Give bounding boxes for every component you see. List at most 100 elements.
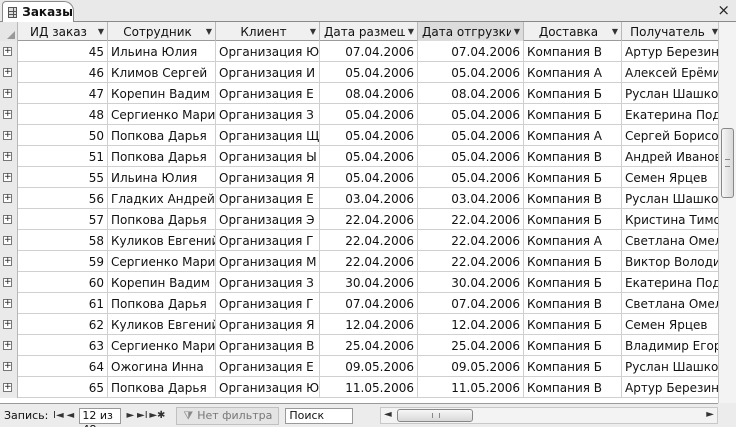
cell-recipient[interactable]: Светлана Омел <box>622 230 718 251</box>
cell-order-id[interactable]: 60 <box>18 272 108 293</box>
dropdown-arrow-icon[interactable]: ▼ <box>709 27 718 36</box>
cell-ship-date[interactable]: 22.04.2006 <box>418 251 524 272</box>
expand-icon[interactable]: + <box>3 110 12 119</box>
cell-recipient[interactable]: Светлана Омел <box>622 293 718 314</box>
cell-ship-date[interactable]: 05.04.2006 <box>418 104 524 125</box>
cell-shipper[interactable]: Компания Б <box>524 167 622 188</box>
cell-ship-date[interactable]: 07.04.2006 <box>418 41 524 62</box>
cell-customer[interactable]: Организация З <box>216 272 320 293</box>
table-row[interactable]: +60 Корепин Вадим Организация З 30.04.2006 3… <box>0 272 718 293</box>
cell-employee[interactable]: Сергиенко Мария <box>108 104 216 125</box>
table-row[interactable]: +51 Попкова Дарья Организация Ы 05.04.2006 0… <box>0 146 718 167</box>
cell-order-id[interactable]: 62 <box>18 314 108 335</box>
row-selector[interactable]: + <box>0 146 18 167</box>
cell-customer[interactable]: Организация Ю <box>216 41 320 62</box>
cell-shipper[interactable]: Компания В <box>524 293 622 314</box>
expand-icon[interactable]: + <box>3 383 12 392</box>
cell-customer[interactable]: Организация И <box>216 62 320 83</box>
cell-employee[interactable]: Ожогина Инна <box>108 356 216 377</box>
row-selector[interactable]: + <box>0 377 18 398</box>
cell-customer[interactable]: Организация Е <box>216 188 320 209</box>
cell-order-date[interactable]: 11.05.2006 <box>320 377 418 398</box>
table-row[interactable]: +46 Климов Сергей Организация И 05.04.2006 0… <box>0 62 718 83</box>
cell-recipient[interactable]: Екатерина Подк <box>622 104 718 125</box>
expand-icon[interactable]: + <box>3 89 12 98</box>
cell-order-id[interactable]: 47 <box>18 83 108 104</box>
previous-record-button[interactable]: ◄ <box>64 410 76 421</box>
column-header-order-id[interactable]: ИД заказ ▼ <box>18 22 108 41</box>
cell-customer[interactable]: Организация Г <box>216 293 320 314</box>
cell-employee[interactable]: Сергиенко Мария <box>108 335 216 356</box>
select-all-button[interactable] <box>0 22 18 41</box>
scroll-left-icon[interactable]: ◄ <box>384 409 392 420</box>
row-selector[interactable]: + <box>0 209 18 230</box>
cell-ship-date[interactable]: 22.04.2006 <box>418 230 524 251</box>
column-header-ship-date[interactable]: Дата отгрузки ▼ <box>418 22 524 41</box>
cell-recipient[interactable]: Артур Березин <box>622 377 718 398</box>
expand-icon[interactable]: + <box>3 215 12 224</box>
cell-ship-date[interactable]: 11.05.2006 <box>418 377 524 398</box>
column-header-employee[interactable]: Сотрудник ▼ <box>108 22 216 41</box>
cell-employee[interactable]: Попкова Дарья <box>108 125 216 146</box>
close-icon[interactable]: × <box>717 2 730 18</box>
cell-order-id[interactable]: 50 <box>18 125 108 146</box>
cell-order-id[interactable]: 61 <box>18 293 108 314</box>
cell-shipper[interactable]: Компания А <box>524 230 622 251</box>
cell-shipper[interactable]: Компания В <box>524 188 622 209</box>
table-row[interactable]: +65 Попкова Дарья Организация Ю 11.05.2006 1… <box>0 377 718 398</box>
cell-order-date[interactable]: 22.04.2006 <box>320 251 418 272</box>
cell-shipper[interactable]: Компания В <box>524 377 622 398</box>
cell-employee[interactable]: Сергиенко Мария <box>108 251 216 272</box>
table-row[interactable]: +57 Попкова Дарья Организация Э 22.04.2006 2… <box>0 209 718 230</box>
column-header-recipient[interactable]: Получатель ▼ <box>622 22 718 41</box>
cell-order-id[interactable]: 55 <box>18 167 108 188</box>
dropdown-arrow-icon[interactable]: ▼ <box>511 27 523 36</box>
cell-order-id[interactable]: 45 <box>18 41 108 62</box>
cell-employee[interactable]: Климов Сергей <box>108 62 216 83</box>
cell-order-date[interactable]: 07.04.2006 <box>320 293 418 314</box>
row-selector[interactable]: + <box>0 62 18 83</box>
cell-recipient[interactable]: Андрей Иванов <box>622 146 718 167</box>
cell-order-date[interactable]: 03.04.2006 <box>320 188 418 209</box>
table-row[interactable]: +47 Корепин Вадим Организация Е 08.04.2006 0… <box>0 83 718 104</box>
vertical-scroll-thumb[interactable] <box>721 128 734 198</box>
cell-shipper[interactable]: Компания Б <box>524 335 622 356</box>
table-row[interactable]: +56 Гладких Андрей Организация Е 03.04.2006… <box>0 188 718 209</box>
cell-customer[interactable]: Организация Е <box>216 83 320 104</box>
cell-order-date[interactable]: 12.04.2006 <box>320 314 418 335</box>
table-row[interactable]: +55 Ильина Юлия Организация Я 05.04.2006 05.… <box>0 167 718 188</box>
expand-icon[interactable]: + <box>3 47 12 56</box>
row-selector[interactable]: + <box>0 83 18 104</box>
cell-customer[interactable]: Организация Ы <box>216 146 320 167</box>
cell-customer[interactable]: Организация Г <box>216 230 320 251</box>
cell-recipient[interactable]: Владимир Егоро <box>622 335 718 356</box>
cell-recipient[interactable]: Виктор Володин <box>622 251 718 272</box>
cell-order-date[interactable]: 25.04.2006 <box>320 335 418 356</box>
cell-order-date[interactable]: 07.04.2006 <box>320 41 418 62</box>
cell-ship-date[interactable]: 07.04.2006 <box>418 293 524 314</box>
expand-icon[interactable]: + <box>3 278 12 287</box>
cell-employee[interactable]: Куликов Евгений <box>108 314 216 335</box>
table-row[interactable]: +45 Ильина Юлия Организация Ю 07.04.2006 07.… <box>0 41 718 62</box>
table-row[interactable]: +64 Ожогина Инна Организация Е 09.05.2006 09… <box>0 356 718 377</box>
expand-icon[interactable]: + <box>3 341 12 350</box>
cell-recipient[interactable]: Руслан Шашков <box>622 188 718 209</box>
cell-order-date[interactable]: 22.04.2006 <box>320 209 418 230</box>
cell-employee[interactable]: Попкова Дарья <box>108 146 216 167</box>
cell-customer[interactable]: Организация Ю <box>216 377 320 398</box>
row-selector[interactable]: + <box>0 41 18 62</box>
expand-icon[interactable]: + <box>3 68 12 77</box>
vertical-scrollbar[interactable] <box>718 22 736 403</box>
cell-shipper[interactable]: Компания Б <box>524 104 622 125</box>
record-position-field[interactable]: 12 из 48 <box>79 407 122 427</box>
cell-ship-date[interactable]: 09.05.2006 <box>418 356 524 377</box>
cell-recipient[interactable]: Алексей Ерёмин <box>622 62 718 83</box>
row-selector[interactable]: + <box>0 314 18 335</box>
row-selector[interactable]: + <box>0 293 18 314</box>
cell-customer[interactable]: Организация М <box>216 251 320 272</box>
table-row[interactable]: +58 Куликов Евгений Организация Г 22.04.200… <box>0 230 718 251</box>
cell-customer[interactable]: Организация Е <box>216 356 320 377</box>
cell-order-id[interactable]: 59 <box>18 251 108 272</box>
cell-employee[interactable]: Ильина Юлия <box>108 41 216 62</box>
cell-recipient[interactable]: Екатерина Подк <box>622 272 718 293</box>
